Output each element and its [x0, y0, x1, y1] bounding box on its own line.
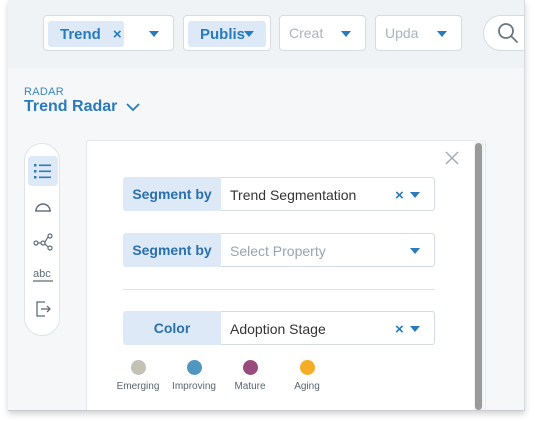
filter-chip-published[interactable]: Publis — [188, 21, 266, 47]
radar-selector[interactable]: Trend Radar — [24, 98, 141, 116]
chevron-down-icon[interactable] — [410, 192, 420, 198]
legend-item: Mature — [220, 360, 280, 392]
radar-arc-icon — [35, 203, 51, 212]
export-icon — [36, 301, 51, 317]
legend-item: Improving — [164, 360, 224, 392]
clear-icon[interactable]: × — [395, 187, 404, 204]
filter-placeholder: Creat — [289, 25, 324, 41]
segment-row-1: Segment by Trend Segmentation × — [123, 177, 435, 211]
filter-bar: Trend × Publis Creat Upda — [8, 0, 524, 68]
divider — [123, 289, 435, 290]
filter-placeholder: Upda — [385, 25, 419, 41]
svg-text:abc: abc — [33, 268, 51, 280]
legend-dot — [186, 360, 202, 375]
page-title: Trend Radar — [24, 98, 118, 115]
network-icon — [33, 233, 53, 251]
legend-item: Emerging — [108, 360, 168, 392]
export-button[interactable] — [28, 294, 58, 324]
legend-dot — [299, 360, 315, 375]
search-button[interactable] — [483, 15, 524, 51]
labels-button[interactable]: abc — [28, 260, 58, 290]
chevron-down-icon[interactable] — [437, 31, 447, 37]
close-icon[interactable] — [444, 150, 460, 166]
filter-updated[interactable]: Upda — [375, 15, 462, 51]
field-label: Segment by — [123, 233, 221, 267]
list-view-button[interactable] — [28, 156, 58, 186]
clear-icon[interactable]: × — [395, 321, 404, 338]
color-row: Color Adoption Stage × — [123, 311, 435, 345]
legend-dot — [130, 360, 146, 375]
segment-select-2[interactable]: Select Property — [221, 233, 435, 267]
filter-chip-label: Trend — [60, 25, 101, 43]
color-select[interactable]: Adoption Stage × — [221, 311, 435, 345]
legend-dot — [242, 360, 258, 375]
search-icon — [498, 23, 518, 43]
chevron-down-icon[interactable] — [341, 31, 351, 37]
segment-row-2: Segment by Select Property — [123, 233, 435, 267]
field-label: Segment by — [123, 177, 221, 211]
side-toolbar: abc — [24, 143, 60, 336]
legend-item: Aging — [277, 360, 337, 392]
chevron-down-icon[interactable] — [410, 326, 420, 332]
legend-label: Improving — [172, 381, 216, 392]
filter-chip-trend[interactable]: Trend × — [48, 21, 124, 47]
segment-select-1[interactable]: Trend Segmentation × — [221, 177, 435, 211]
chevron-down-icon — [126, 103, 140, 112]
clear-icon[interactable]: × — [113, 26, 122, 43]
chevron-down-icon[interactable] — [244, 31, 254, 37]
legend-label: Mature — [234, 381, 266, 392]
filter-trend[interactable]: Trend × — [43, 15, 174, 51]
scrollbar-thumb[interactable] — [475, 143, 482, 410]
list-icon — [34, 164, 51, 179]
select-value: Trend Segmentation — [230, 187, 357, 203]
radar-view-button[interactable] — [28, 192, 58, 222]
network-view-button[interactable] — [28, 226, 58, 256]
chevron-down-icon[interactable] — [410, 248, 420, 254]
field-label: Color — [123, 311, 221, 345]
chevron-down-icon[interactable] — [149, 31, 159, 37]
abc-text-icon: abc — [33, 268, 53, 282]
legend-label: Emerging — [116, 381, 160, 392]
legend-label: Aging — [294, 381, 320, 392]
filter-published[interactable]: Publis — [183, 15, 271, 51]
filter-created[interactable]: Creat — [279, 15, 366, 51]
filter-chip-label: Publis — [200, 25, 246, 43]
select-placeholder: Select Property — [230, 243, 326, 259]
select-value: Adoption Stage — [230, 321, 326, 337]
section-label: RADAR — [24, 86, 65, 98]
app-window: Trend × Publis Creat Upda RADAR Trend Ra… — [8, 0, 525, 411]
